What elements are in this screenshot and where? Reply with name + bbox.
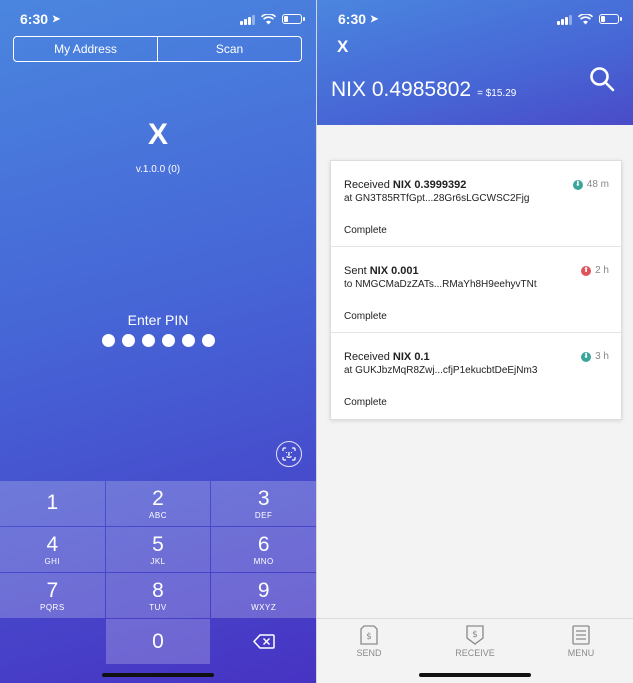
svg-text:$: $ — [366, 632, 372, 642]
tab-menu-label: MENU — [567, 648, 595, 658]
key-0[interactable]: 0 — [105, 619, 211, 664]
tab-send[interactable]: $ SEND — [329, 625, 409, 658]
wallet-screen: 6:30 ➤ X NIX 0.4985802 = $15.29 Received… — [317, 0, 633, 683]
tx-verb: Received — [344, 351, 390, 363]
battery-icon — [282, 14, 305, 24]
pin-prompt: Enter PIN — [127, 312, 189, 328]
key-4[interactable]: 4 GHI — [0, 527, 105, 572]
transaction-row[interactable]: Sent NIX 0.001 to NMGCMaDzZATs...RMaYh8H… — [331, 247, 621, 333]
wallet-header: 6:30 ➤ X NIX 0.4985802 = $15.29 — [317, 0, 633, 125]
transaction-row[interactable]: Received NIX 0.1 at GUKJbzMqR8Zwj...cfjP… — [331, 333, 621, 419]
sent-arrow-icon: ⬆ — [581, 265, 592, 276]
battery-icon — [599, 14, 622, 24]
address-scan-toggle: My Address Scan — [13, 36, 302, 62]
tx-time: 3 h — [595, 351, 609, 362]
receive-icon: $ — [466, 625, 484, 645]
status-time: 6:30 — [20, 11, 49, 27]
key-9[interactable]: 9 WXYZ — [211, 573, 316, 618]
key-6[interactable]: 6 MNO — [211, 527, 316, 572]
app-version: v.1.0.0 (0) — [135, 164, 181, 175]
close-button[interactable]: X — [337, 37, 348, 57]
tab-menu[interactable]: MENU — [541, 625, 621, 658]
tab-send-label: SEND — [356, 648, 382, 658]
key-5[interactable]: 5 JKL — [105, 527, 211, 572]
signal-icon — [557, 14, 572, 25]
pin-dot — [181, 334, 195, 347]
tx-verb: Received — [344, 179, 390, 191]
transaction-row[interactable]: Received NIX 0.3999392 at GN3T85RTfGpt..… — [331, 161, 621, 247]
delete-key[interactable] — [211, 619, 316, 664]
pin-dot — [101, 334, 115, 347]
location-arrow-icon: ➤ — [52, 13, 61, 25]
tab-receive[interactable]: $ RECEIVE — [435, 625, 515, 658]
pin-dot — [141, 334, 155, 347]
key-2[interactable]: 2 ABC — [105, 481, 211, 526]
tx-amount: NIX 0.3999392 — [392, 179, 467, 191]
tx-status: Complete — [344, 311, 387, 322]
balance-amount: NIX 0.4985802 — [331, 78, 472, 101]
signal-icon — [240, 14, 255, 25]
status-bar: 6:30 ➤ — [20, 10, 305, 28]
pin-screen: 6:30 ➤ My Address Scan X v.1.0.0 (0) Ent… — [0, 0, 316, 683]
home-indicator — [419, 673, 531, 677]
status-time: 6:30 — [338, 11, 367, 27]
tx-time: 2 h — [595, 265, 609, 276]
backspace-icon — [252, 634, 275, 649]
menu-icon — [572, 625, 590, 645]
tx-time: 48 m — [586, 179, 609, 190]
app-logo: X — [147, 118, 168, 151]
tx-address: to NMGCMaDzZATs...RMaYh8H9eehyvTNt — [344, 279, 537, 290]
scan-tab[interactable]: Scan — [157, 37, 301, 61]
location-arrow-icon: ➤ — [370, 13, 379, 25]
key-1[interactable]: 1 — [0, 481, 105, 526]
tx-address: at GN3T85RTfGpt...28Gr6sLGCWSC2Fjg — [344, 193, 530, 204]
status-bar: 6:30 ➤ — [338, 10, 622, 28]
face-id-icon[interactable] — [276, 441, 302, 467]
my-address-tab[interactable]: My Address — [14, 37, 157, 61]
balance: NIX 0.4985802 = $15.29 — [331, 78, 516, 102]
received-arrow-icon: ⬇ — [581, 351, 592, 362]
pin-keypad: 1 2 ABC 3 DEF 4 GHI 5 JKL 6 MNO 7 PQRS 8 TUV 9W… — [0, 481, 316, 664]
wifi-icon — [261, 13, 276, 24]
pin-dot — [201, 334, 215, 347]
pin-dot — [161, 334, 175, 347]
svg-text:$: $ — [472, 630, 478, 640]
pin-dot — [121, 334, 135, 347]
tx-verb: Sent — [344, 265, 367, 277]
tx-status: Complete — [344, 225, 387, 236]
received-arrow-icon: ⬇ — [572, 179, 583, 190]
key-7[interactable]: 7 PQRS — [0, 573, 105, 618]
tx-status: Complete — [344, 397, 387, 408]
search-icon[interactable] — [589, 66, 615, 92]
key-8[interactable]: 8 TUV — [105, 573, 211, 618]
tab-receive-label: RECEIVE — [455, 648, 495, 658]
home-indicator — [102, 673, 214, 677]
key-3[interactable]: 3 DEF — [211, 481, 316, 526]
tx-amount: NIX 0.1 — [392, 351, 430, 363]
tx-address: at GUKJbzMqR8Zwj...cfjP1ekucbtDeEjNm3 — [344, 365, 538, 376]
balance-fiat: = $15.29 — [477, 88, 517, 99]
send-icon: $ — [360, 625, 378, 645]
transaction-list: Received NIX 0.3999392 at GN3T85RTfGpt..… — [330, 160, 622, 420]
key-empty — [0, 619, 105, 664]
wifi-icon — [578, 13, 593, 24]
pin-dots — [0, 334, 316, 347]
tx-amount: NIX 0.001 — [369, 265, 419, 277]
